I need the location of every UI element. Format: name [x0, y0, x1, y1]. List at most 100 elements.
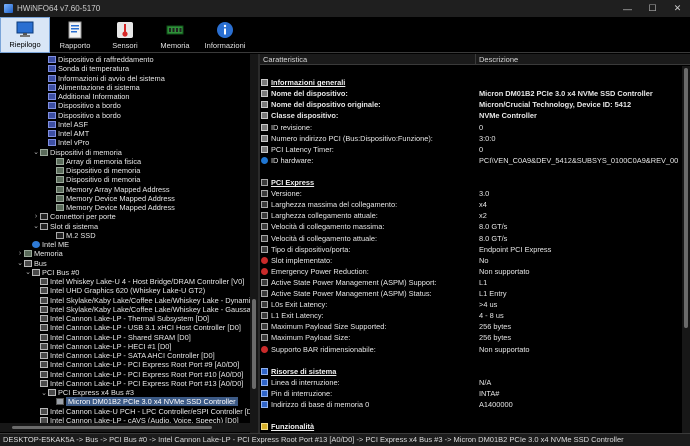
tree-item[interactable]: Dispositivo di raffreddamento — [40, 55, 154, 64]
minimize-button[interactable]: — — [615, 0, 640, 17]
memory-button[interactable]: Memoria — [150, 17, 200, 53]
property-name-label: Classe dispositivo: — [271, 111, 339, 121]
tree-item[interactable]: Memory Device Mapped Address — [48, 203, 175, 212]
expand-toggle-icon[interactable]: ⌄ — [32, 148, 40, 156]
property-row[interactable]: Active State Power Management (ASPM) Sta… — [260, 288, 682, 299]
property-row[interactable]: ID revisione: 0 — [260, 122, 682, 133]
tree-item[interactable]: › Connettori per porte — [32, 212, 116, 221]
property-row[interactable]: Emergency Power Reduction: Non supportato — [260, 266, 682, 277]
property-row[interactable]: Larghezza massima del collegamento: x4 — [260, 199, 682, 210]
summary-button[interactable]: Riepilogo — [0, 17, 50, 53]
property-row[interactable]: Versione: 3.0 — [260, 188, 682, 199]
property-row[interactable]: Active State Power Management (ASPM) Sup… — [260, 277, 682, 288]
tree-item[interactable]: Intel Cannon Lake-LP - Thermal Subsystem… — [32, 314, 209, 323]
section-header[interactable]: PCI Express — [260, 177, 682, 188]
tree-item[interactable]: ⌄ PCI Express x4 Bus #3 — [40, 388, 134, 397]
expand-toggle-icon[interactable]: › — [32, 213, 40, 220]
tree-item[interactable]: Intel AMT — [40, 129, 89, 138]
board-icon — [56, 204, 64, 212]
expand-toggle-icon[interactable]: › — [16, 250, 24, 257]
property-row[interactable]: PCI Latency Timer: 0 — [260, 144, 682, 155]
report-button[interactable]: Rapporto — [50, 17, 100, 53]
maximize-button[interactable]: ☐ — [640, 0, 665, 17]
property-row[interactable]: Nome del dispositivo originale: Micron/Cr… — [260, 99, 682, 110]
tree-item[interactable]: ⌄ Slot di sistema — [32, 222, 98, 231]
column-description[interactable]: Descrizione — [476, 54, 690, 64]
property-row[interactable]: Velocità di collegamento massima: 8.0 GT/… — [260, 221, 682, 232]
tree-item[interactable]: Intel vPro — [40, 138, 89, 147]
property-row[interactable]: Larghezza collegamento attuale: x2 — [260, 210, 682, 221]
property-row[interactable]: Numero indirizzo PCI (Bus:Dispositivo:Fu… — [260, 133, 682, 144]
tree-item[interactable]: ⌄ Bus — [16, 259, 47, 268]
property-row[interactable]: Classe dispositivo: NVMe Controller — [260, 110, 682, 121]
property-row[interactable]: ID hardware: PCI\VEN_C0A9&DEV_5412&SUBSYS… — [260, 155, 682, 166]
tree-item[interactable]: Alimentazione di sistema — [40, 83, 140, 92]
property-row[interactable]: Maximum Payload Size Supported: 256 bytes — [260, 321, 682, 332]
blank-row — [260, 355, 682, 366]
tree-item[interactable]: › Memoria — [16, 249, 63, 258]
tree-item[interactable]: Intel Cannon Lake-LP - SATA AHCI Control… — [32, 351, 215, 360]
column-feature[interactable]: Caratteristica — [260, 54, 476, 64]
tree-item[interactable]: Dispositivo di memoria — [48, 175, 140, 184]
tree-item[interactable]: Dispositivo a bordo — [40, 111, 121, 120]
tree-item[interactable]: Sonda di temperatura — [40, 64, 129, 73]
tree-item[interactable]: Intel Skylake/Kaby Lake/Coffee Lake/Whis… — [32, 305, 255, 314]
info-button[interactable]: Informazioni — [200, 17, 250, 53]
tree-item-selected[interactable]: Micron DM01B2 PCIe 3.0 x4 NVMe SSD Contr… — [48, 397, 238, 407]
tree-item[interactable]: Intel Cannon Lake-LP - HECI #1 [D0] — [32, 342, 171, 351]
property-row[interactable]: Pin di interruzione: INTA# — [260, 388, 682, 399]
property-row[interactable]: Slot implementato: No — [260, 255, 682, 266]
property-name-label: Supporto BAR ridimensionabile: — [271, 344, 376, 354]
tree-item[interactable]: Intel Skylake/Kaby Lake/Coffee Lake/Whis… — [32, 296, 258, 305]
expand-toggle-icon[interactable]: ⌄ — [24, 268, 32, 276]
section-header[interactable]: Informazioni generali — [260, 77, 682, 88]
tree-item[interactable]: Intel ASF — [40, 120, 88, 129]
property-row[interactable]: Indirizzo di base di memoria 0 A1400000 — [260, 399, 682, 410]
tree-item[interactable]: M.2 SSD — [48, 231, 96, 240]
property-row[interactable]: L0s Exit Latency: >4 us — [260, 299, 682, 310]
section-header[interactable]: Risorse di sistema — [260, 366, 682, 377]
tree-item[interactable]: Additional Information — [40, 92, 130, 101]
property-row[interactable]: Velocità di collegamento attuale: 8.0 GT/… — [260, 233, 682, 244]
tree-hscroll-thumb[interactable] — [12, 426, 212, 429]
tree-item[interactable]: Intel Cannon Lake-LP - PCI Express Root … — [32, 370, 243, 379]
details-vertical-scrollbar[interactable] — [682, 66, 690, 433]
expand-toggle-icon[interactable]: ⌄ — [16, 259, 24, 267]
property-row[interactable]: L1 Exit Latency: 4 - 8 us — [260, 310, 682, 321]
sensors-button[interactable]: Sensori — [100, 17, 150, 53]
section-header[interactable]: Funzionalità — [260, 421, 682, 432]
property-row[interactable]: Tipo di dispositivo/porta: Endpoint PCI E… — [260, 244, 682, 255]
tree-item[interactable]: Dispositivo di memoria — [48, 166, 140, 175]
property-row[interactable]: Maximum Payload Size: 256 bytes — [260, 332, 682, 343]
expand-toggle-icon[interactable]: ⌄ — [40, 389, 48, 397]
tree-item[interactable]: Intel Cannon Lake-LP - USB 3.1 xHCI Host… — [32, 323, 241, 332]
tree-item[interactable]: Intel Cannon Lake-LP - Shared SRAM [D0] — [32, 333, 191, 342]
tree-item[interactable]: Intel Whiskey Lake-U 4 - Host Bridge/DRA… — [32, 277, 244, 286]
tree-scroll-thumb[interactable] — [252, 299, 256, 389]
tree-item[interactable]: ⌄ PCI Bus #0 — [24, 268, 79, 277]
property-row[interactable]: Supporto BAR ridimensionabile: Non suppor… — [260, 344, 682, 355]
tree-item[interactable]: Intel UHD Graphics 620 (Whiskey Lake-U G… — [32, 286, 205, 295]
tree-item[interactable]: Dispositivo a bordo — [40, 101, 121, 110]
close-button[interactable]: ✕ — [665, 0, 690, 17]
tree-item[interactable]: Intel Cannon Lake-LP - PCI Express Root … — [32, 360, 239, 369]
property-name-label: ID hardware: — [271, 155, 314, 165]
tree-item[interactable]: Informazioni di avvio del sistema — [40, 74, 165, 83]
tree-item[interactable]: ⌄ Dispositivi di memoria — [32, 148, 122, 157]
tree-item-label: Dispositivo di raffreddamento — [58, 55, 154, 65]
tree-vertical-scrollbar[interactable] — [250, 54, 258, 433]
tree-item[interactable]: Array di memoria fisica — [48, 157, 141, 166]
details-scroll-thumb[interactable] — [684, 68, 688, 328]
tree-item[interactable]: Memory Array Mapped Address — [48, 185, 170, 194]
monitor-icon — [16, 20, 34, 38]
device-tree[interactable]: Dispositivo di raffreddamento Sonda di te… — [0, 54, 258, 433]
tree-item[interactable]: Intel ME — [24, 240, 69, 249]
thermometer-icon — [116, 21, 134, 39]
property-row[interactable]: Nome del dispositivo: Micron DM01B2 PCIe … — [260, 88, 682, 99]
tree-horizontal-scrollbar[interactable] — [0, 423, 250, 432]
tree-item[interactable]: Memory Device Mapped Address — [48, 194, 175, 203]
tree-item[interactable]: Intel Cannon Lake-LP - PCI Express Root … — [32, 379, 243, 388]
property-row[interactable]: Linea di interruzione: N/A — [260, 377, 682, 388]
expand-toggle-icon[interactable]: ⌄ — [32, 222, 40, 230]
tree-item[interactable]: Intel Cannon Lake-U PCH - LPC Controller… — [32, 407, 258, 416]
